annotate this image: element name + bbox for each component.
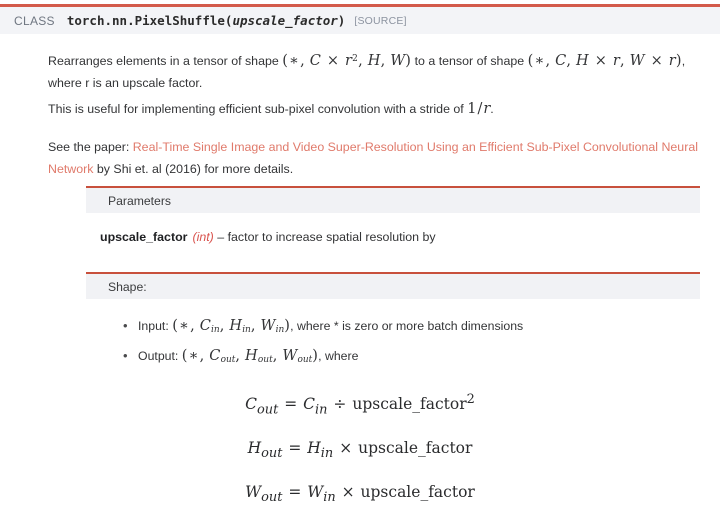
class-signature-bar: CLASS torch.nn.PixelShuffle(upscale_fact… [0,4,720,34]
equation-channels-exponent: 2 [466,392,475,407]
equation-channels-rhs-base: C [303,395,316,414]
parameters-section: Parameters upscale_factor (int) – factor … [86,186,700,248]
parameters-body: upscale_factor (int) – factor to increase… [86,213,700,248]
equation-width-rhs-base: W [307,483,324,502]
paragraph-2-prefix: This is useful for implementing efficien… [48,102,468,116]
paragraph-2-suffix: . [490,102,494,116]
class-signature-parameter: upscale_factor [232,13,338,28]
class-keyword-label: CLASS [14,13,55,28]
shape-body: Input: (∗, Cin, Hin, Win), where * is ze… [86,299,700,373]
shape-input-tail: , where * is zero or more batch dimensio… [290,319,524,333]
equation-width-lhs-sub: out [261,490,283,506]
shape-section: Shape: Input: (∗, Cin, Hin, Win), where … [86,272,700,373]
equation-channels-operator: ÷ [333,395,347,414]
equation-channels-rhs-sub: in [315,402,328,418]
inline-math-output-shape: (∗, C, H × r, W × r) [527,53,682,70]
description-paragraph-3: See the paper: Real-Time Single Image an… [48,136,708,180]
equation-height-equals: = [288,439,302,458]
shape-banner: Shape: [86,272,700,299]
shape-input-label: Input: [138,319,173,333]
paragraph-1-middle: to a tensor of shape [411,54,528,69]
list-item: Output: (∗, Cout, Hout, Wout), where [123,343,700,373]
parameters-heading: Parameters [108,193,171,208]
equation-channels: Cout = Cin ÷ upscale_factor2 [0,392,720,417]
list-item: Input: (∗, Cin, Hin, Win), where * is ze… [123,313,700,343]
inline-math-stride: 1/r [467,101,491,117]
equation-channels-lhs-base: C [245,395,257,414]
shape-heading: Shape: [108,279,147,294]
equation-height-operator: × [339,439,353,458]
equation-width: Wout = Win × upscale_factor [0,483,720,505]
paragraph-3-suffix: by Shi et. al (2016) for more details. [93,162,294,176]
equation-height-lhs-sub: out [261,446,283,462]
shape-output-math: (∗, Cout, Hout, Wout) [181,347,319,365]
shape-input-math: (∗, Cin, Hin, Win) [172,318,291,335]
parameter-name: upscale_factor [100,230,188,244]
source-link[interactable]: [SOURCE] [354,15,406,27]
parameter-type: (int) [192,230,214,244]
class-qualified-name: torch.nn.PixelShuffle( [66,13,233,28]
equation-channels-equals: = [284,395,298,414]
shape-output-tail: , where [318,348,359,363]
equation-channels-lhs-sub: out [257,402,279,418]
inline-math-input-shape: (∗, C × r2, H, W) [282,53,412,70]
equation-width-lhs-base: W [245,483,262,502]
equation-height: Hout = Hin × upscale_factor [0,439,720,461]
equation-width-rhs-sub: in [323,490,336,506]
description-paragraph-1: Rearranges elements in a tensor of shape… [48,48,708,94]
paragraph-3-prefix: See the paper: [48,140,133,154]
equation-width-operator: × [341,483,355,502]
equation-height-lhs-base: H [247,439,262,458]
parameters-banner: Parameters [86,186,700,213]
parameter-dash: – [213,230,228,244]
equation-channels-term: upscale_factor [352,395,467,414]
equation-height-rhs-sub: in [320,446,334,462]
shape-output-label: Output: [138,348,182,363]
equation-height-rhs-base: H [307,439,321,458]
class-signature-code: torch.nn.PixelShuffle(upscale_factor) [67,13,345,28]
equation-width-term: upscale_factor [360,483,475,502]
description-paragraph-2: This is useful for implementing efficien… [48,98,708,120]
equation-width-equals: = [288,483,302,502]
parameter-description: factor to increase spatial resolution by [227,230,436,244]
display-equations: Cout = Cin ÷ upscale_factor2 Hout = Hin … [0,392,720,527]
paragraph-1-prefix: Rearranges elements in a tensor of shape [48,54,283,69]
shape-list: Input: (∗, Cin, Hin, Win), where * is ze… [100,313,700,373]
class-close-paren: ) [337,13,346,28]
equation-height-term: upscale_factor [358,439,473,458]
